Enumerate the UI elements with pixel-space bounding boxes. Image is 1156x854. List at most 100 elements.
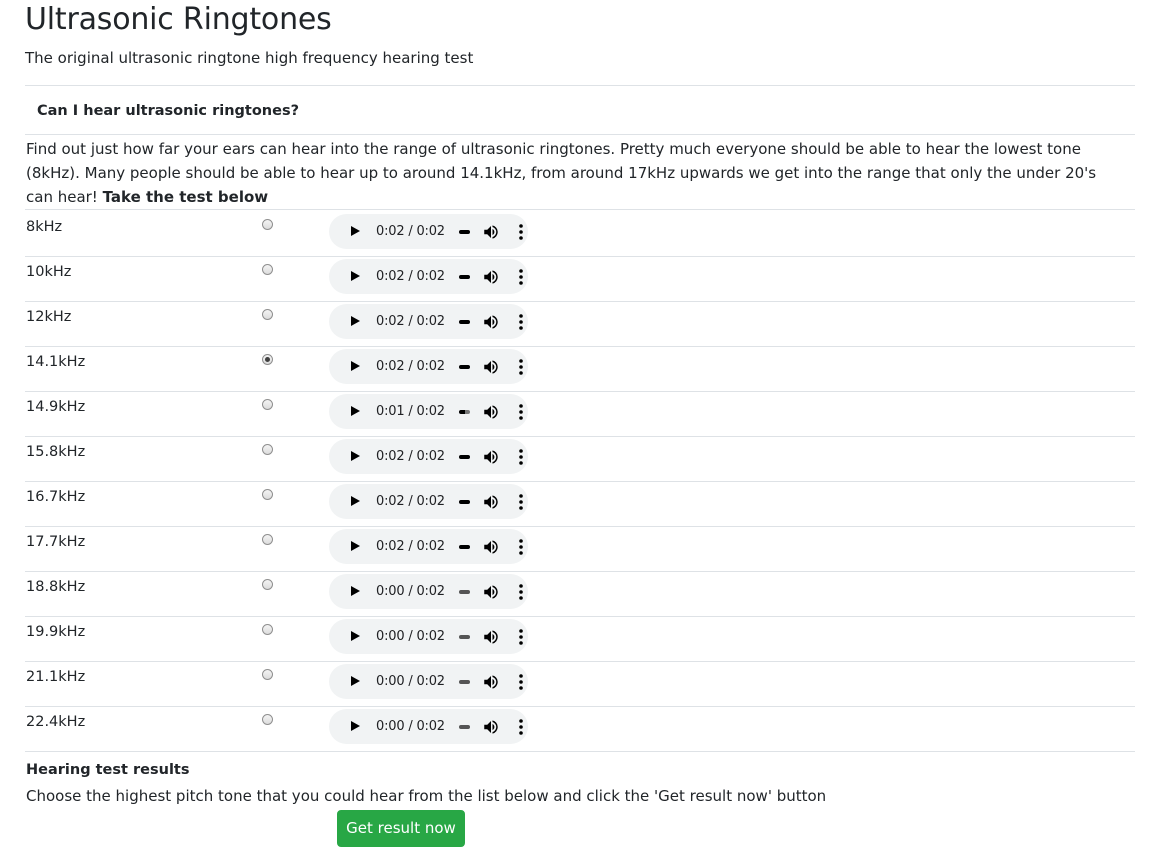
seek-bar[interactable] xyxy=(459,545,470,549)
play-icon[interactable] xyxy=(351,496,360,506)
play-icon[interactable] xyxy=(351,541,360,551)
audio-player: 0:02 / 0:02 xyxy=(329,304,528,339)
play-icon[interactable] xyxy=(351,406,360,416)
tone-row: 12kHz 0:02 / 0:02 xyxy=(25,302,1135,347)
more-options-icon[interactable] xyxy=(518,718,524,736)
volume-icon[interactable] xyxy=(482,583,500,601)
more-options-icon[interactable] xyxy=(518,538,524,556)
duration: 0:02 xyxy=(416,629,445,644)
volume-icon[interactable] xyxy=(482,673,500,691)
play-icon[interactable] xyxy=(351,631,360,641)
tone-row: 16.7kHz 0:02 / 0:02 xyxy=(25,482,1135,527)
tone-radio[interactable] xyxy=(262,354,273,365)
current-time: 0:01 xyxy=(376,404,405,419)
time-display: 0:02 / 0:02 xyxy=(376,314,445,329)
seek-bar[interactable] xyxy=(459,500,470,504)
play-icon[interactable] xyxy=(351,271,360,281)
tone-row: 15.8kHz 0:02 / 0:02 xyxy=(25,437,1135,482)
current-time: 0:02 xyxy=(376,269,405,284)
play-icon[interactable] xyxy=(351,586,360,596)
divider xyxy=(25,134,1135,135)
volume-icon[interactable] xyxy=(482,358,500,376)
get-result-button[interactable]: Get result now xyxy=(337,810,465,847)
more-options-icon[interactable] xyxy=(518,628,524,646)
tone-radio[interactable] xyxy=(262,444,273,455)
tone-row: 17.7kHz 0:02 / 0:02 xyxy=(25,527,1135,572)
time-display: 0:02 / 0:02 xyxy=(376,449,445,464)
volume-icon[interactable] xyxy=(482,448,500,466)
audio-player: 0:02 / 0:02 xyxy=(329,349,528,384)
volume-icon[interactable] xyxy=(482,628,500,646)
duration: 0:02 xyxy=(416,584,445,599)
more-options-icon[interactable] xyxy=(518,358,524,376)
current-time: 0:02 xyxy=(376,449,405,464)
tone-radio[interactable] xyxy=(262,219,273,230)
seek-bar[interactable] xyxy=(459,680,470,684)
play-icon[interactable] xyxy=(351,721,360,731)
audio-player: 0:00 / 0:02 xyxy=(329,664,528,699)
tone-radio[interactable] xyxy=(262,669,273,680)
tone-row: 14.9kHz 0:01 / 0:02 xyxy=(25,392,1135,437)
tone-label: 22.4kHz xyxy=(26,714,86,730)
time-display: 0:02 / 0:02 xyxy=(376,269,445,284)
audio-player: 0:02 / 0:02 xyxy=(329,439,528,474)
duration: 0:02 xyxy=(416,539,445,554)
play-icon[interactable] xyxy=(351,451,360,461)
divider xyxy=(25,209,1135,210)
volume-icon[interactable] xyxy=(482,538,500,556)
seek-bar[interactable] xyxy=(459,320,470,324)
seek-bar[interactable] xyxy=(459,725,470,729)
tone-label: 14.9kHz xyxy=(26,399,86,415)
seek-bar[interactable] xyxy=(459,590,470,594)
audio-player: 0:02 / 0:02 xyxy=(329,259,528,294)
tone-radio[interactable] xyxy=(262,714,273,725)
seek-bar[interactable] xyxy=(459,365,470,369)
tone-radio[interactable] xyxy=(262,534,273,545)
tone-radio[interactable] xyxy=(262,579,273,590)
seek-bar[interactable] xyxy=(459,635,470,639)
tone-label: 19.9kHz xyxy=(26,624,86,640)
seek-bar[interactable] xyxy=(459,230,470,234)
current-time: 0:00 xyxy=(376,584,405,599)
seek-bar[interactable] xyxy=(459,455,470,459)
more-options-icon[interactable] xyxy=(518,403,524,421)
more-options-icon[interactable] xyxy=(518,493,524,511)
audio-player: 0:01 / 0:02 xyxy=(329,394,528,429)
more-options-icon[interactable] xyxy=(518,313,524,331)
page-subtitle: The original ultrasonic ringtone high fr… xyxy=(25,49,474,67)
more-options-icon[interactable] xyxy=(518,223,524,241)
tone-radio[interactable] xyxy=(262,399,273,410)
results-heading: Hearing test results xyxy=(26,762,190,778)
play-icon[interactable] xyxy=(351,226,360,236)
duration: 0:02 xyxy=(416,719,445,734)
intro-heading: Can I hear ultrasonic ringtones? xyxy=(37,103,299,119)
audio-player: 0:00 / 0:02 xyxy=(329,709,528,744)
tone-radio[interactable] xyxy=(262,264,273,275)
tone-row: 19.9kHz 0:00 / 0:02 xyxy=(25,617,1135,662)
time-display: 0:02 / 0:02 xyxy=(376,359,445,374)
seek-bar[interactable] xyxy=(459,275,470,279)
play-icon[interactable] xyxy=(351,361,360,371)
seek-bar[interactable] xyxy=(459,410,470,414)
volume-icon[interactable] xyxy=(482,718,500,736)
divider xyxy=(25,85,1135,86)
more-options-icon[interactable] xyxy=(518,673,524,691)
tone-radio[interactable] xyxy=(262,309,273,320)
play-icon[interactable] xyxy=(351,676,360,686)
volume-icon[interactable] xyxy=(482,223,500,241)
more-options-icon[interactable] xyxy=(518,268,524,286)
current-time: 0:00 xyxy=(376,674,405,689)
volume-icon[interactable] xyxy=(482,313,500,331)
tone-label: 15.8kHz xyxy=(26,444,86,460)
tone-radio[interactable] xyxy=(262,489,273,500)
play-icon[interactable] xyxy=(351,316,360,326)
more-options-icon[interactable] xyxy=(518,583,524,601)
audio-player: 0:00 / 0:02 xyxy=(329,574,528,609)
time-display: 0:00 / 0:02 xyxy=(376,629,445,644)
volume-icon[interactable] xyxy=(482,403,500,421)
more-options-icon[interactable] xyxy=(518,448,524,466)
tone-radio[interactable] xyxy=(262,624,273,635)
volume-icon[interactable] xyxy=(482,268,500,286)
volume-icon[interactable] xyxy=(482,493,500,511)
tone-label: 14.1kHz xyxy=(26,354,86,370)
